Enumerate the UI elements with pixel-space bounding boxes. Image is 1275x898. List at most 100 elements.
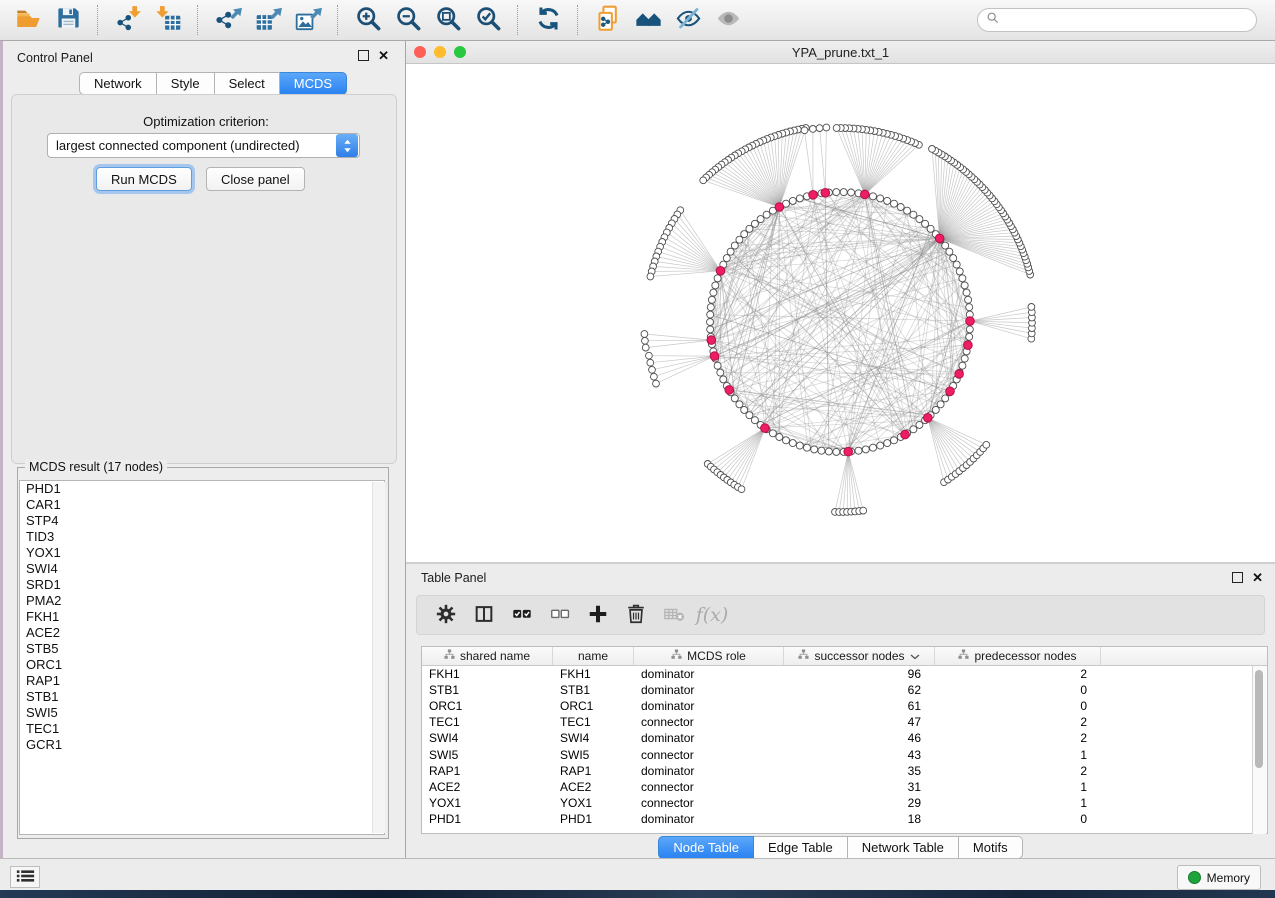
memory-button[interactable]: Memory	[1177, 865, 1261, 890]
cell-predecessor-nodes[interactable]: 0	[935, 812, 1101, 826]
open-file-button[interactable]	[10, 3, 46, 37]
mcds-result-item[interactable]: STP4	[20, 513, 384, 529]
cell-name[interactable]: YOX1	[553, 796, 634, 810]
tab-edge-table[interactable]: Edge Table	[754, 836, 848, 859]
mcds-result-item[interactable]: TEC1	[20, 721, 384, 737]
cell-shared-name[interactable]: RAP1	[422, 764, 553, 778]
cell-name[interactable]: ORC1	[553, 699, 634, 713]
cell-name[interactable]: FKH1	[553, 667, 634, 681]
cell-successor-nodes[interactable]: 35	[784, 764, 935, 778]
mcds-result-item[interactable]: STB1	[20, 689, 384, 705]
cell-predecessor-nodes[interactable]: 1	[935, 796, 1101, 810]
mcds-result-item[interactable]: FKH1	[20, 609, 384, 625]
cell-shared-name[interactable]: ACE2	[422, 780, 553, 794]
show-columns-button[interactable]	[469, 600, 499, 630]
mcds-result-item[interactable]: GCR1	[20, 737, 384, 753]
table-row[interactable]: FKH1FKH1dominator962	[422, 666, 1267, 682]
cell-name[interactable]: SWI5	[553, 748, 634, 762]
column-header-name[interactable]: name	[553, 647, 634, 665]
tab-network-table[interactable]: Network Table	[848, 836, 959, 859]
cell-shared-name[interactable]: SWI5	[422, 748, 553, 762]
close-table-panel-icon[interactable]: ✕	[1252, 573, 1263, 583]
table-row[interactable]: PHD1PHD1dominator180	[422, 811, 1267, 827]
export-image-button[interactable]	[290, 3, 326, 37]
table-row[interactable]: ORC1ORC1dominator610	[422, 698, 1267, 714]
cell-successor-nodes[interactable]: 96	[784, 667, 935, 681]
mcds-result-list[interactable]: PHD1CAR1STP4TID3YOX1SWI4SRD1PMA2FKH1ACE2…	[19, 480, 385, 835]
first-neighbors-button[interactable]	[630, 3, 666, 37]
cell-predecessor-nodes[interactable]: 2	[935, 764, 1101, 778]
cell-predecessor-nodes[interactable]: 2	[935, 731, 1101, 745]
network-graph-canvas[interactable]	[406, 63, 1275, 562]
table-row[interactable]: SWI4SWI4dominator462	[422, 730, 1267, 746]
column-header-predecessor-nodes[interactable]: predecessor nodes	[935, 647, 1101, 665]
zoom-selected-button[interactable]	[470, 3, 506, 37]
cell-name[interactable]: PHD1	[553, 812, 634, 826]
cell-shared-name[interactable]: FKH1	[422, 667, 553, 681]
cell-name[interactable]: TEC1	[553, 715, 634, 729]
search-box[interactable]	[977, 8, 1257, 32]
cell-MCDS-role[interactable]: dominator	[634, 764, 784, 778]
cell-shared-name[interactable]: SWI4	[422, 731, 553, 745]
float-table-panel-icon[interactable]	[1232, 572, 1243, 583]
table-row[interactable]: ACE2ACE2connector311	[422, 779, 1267, 795]
cell-successor-nodes[interactable]: 62	[784, 683, 935, 697]
close-panel-icon[interactable]: ✕	[378, 51, 389, 61]
run-mcds-button[interactable]: Run MCDS	[96, 167, 192, 191]
tab-node-table[interactable]: Node Table	[658, 836, 754, 859]
cell-MCDS-role[interactable]: dominator	[634, 699, 784, 713]
mcds-result-item[interactable]: CAR1	[20, 497, 384, 513]
tab-select[interactable]: Select	[215, 72, 280, 95]
cell-predecessor-nodes[interactable]: 2	[935, 715, 1101, 729]
zoom-fit-button[interactable]	[430, 3, 466, 37]
mcds-result-item[interactable]: SRD1	[20, 577, 384, 593]
table-row[interactable]: YOX1YOX1connector291	[422, 795, 1267, 811]
tab-style[interactable]: Style	[157, 72, 215, 95]
cell-name[interactable]: SWI4	[553, 731, 634, 745]
table-scrollbar[interactable]	[1252, 666, 1266, 834]
cell-name[interactable]: RAP1	[553, 764, 634, 778]
cell-MCDS-role[interactable]: dominator	[634, 667, 784, 681]
cell-shared-name[interactable]: ORC1	[422, 699, 553, 713]
column-header-MCDS-role[interactable]: MCDS role	[634, 647, 784, 665]
import-table-button[interactable]	[150, 3, 186, 37]
cell-successor-nodes[interactable]: 47	[784, 715, 935, 729]
save-session-button[interactable]	[50, 3, 86, 37]
table-row[interactable]: RAP1RAP1dominator352	[422, 763, 1267, 779]
export-network-button[interactable]	[210, 3, 246, 37]
cell-predecessor-nodes[interactable]: 1	[935, 780, 1101, 794]
cell-MCDS-role[interactable]: connector	[634, 748, 784, 762]
table-settings-button[interactable]	[431, 600, 461, 630]
table-row[interactable]: STB1STB1dominator620	[422, 682, 1267, 698]
mcds-result-item[interactable]: ORC1	[20, 657, 384, 673]
cell-MCDS-role[interactable]: dominator	[634, 731, 784, 745]
search-input[interactable]	[1000, 9, 1256, 31]
cell-predecessor-nodes[interactable]: 0	[935, 699, 1101, 713]
hide-selected-button[interactable]	[670, 3, 706, 37]
cell-shared-name[interactable]: PHD1	[422, 812, 553, 826]
import-network-button[interactable]	[110, 3, 146, 37]
cell-predecessor-nodes[interactable]: 2	[935, 667, 1101, 681]
create-column-button[interactable]	[583, 600, 613, 630]
cell-successor-nodes[interactable]: 29	[784, 796, 935, 810]
export-table-button[interactable]	[250, 3, 286, 37]
optimization-criterion-select[interactable]: largest connected component (undirected)	[47, 133, 360, 158]
cell-MCDS-role[interactable]: dominator	[634, 683, 784, 697]
cell-MCDS-role[interactable]: connector	[634, 780, 784, 794]
refresh-button[interactable]	[530, 3, 566, 37]
mcds-result-item[interactable]: RAP1	[20, 673, 384, 689]
zoom-out-button[interactable]	[390, 3, 426, 37]
show-all-button[interactable]	[710, 3, 746, 37]
cell-successor-nodes[interactable]: 43	[784, 748, 935, 762]
tab-network[interactable]: Network	[79, 72, 157, 95]
mcds-result-item[interactable]: PHD1	[20, 481, 384, 497]
tab-mcds[interactable]: MCDS	[280, 72, 347, 95]
cell-successor-nodes[interactable]: 31	[784, 780, 935, 794]
column-header-successor-nodes[interactable]: successor nodes	[784, 647, 935, 665]
close-panel-button[interactable]: Close panel	[206, 167, 305, 191]
cell-name[interactable]: ACE2	[553, 780, 634, 794]
zoom-in-button[interactable]	[350, 3, 386, 37]
tab-motifs[interactable]: Motifs	[959, 836, 1023, 859]
cell-shared-name[interactable]: TEC1	[422, 715, 553, 729]
mcds-result-item[interactable]: YOX1	[20, 545, 384, 561]
